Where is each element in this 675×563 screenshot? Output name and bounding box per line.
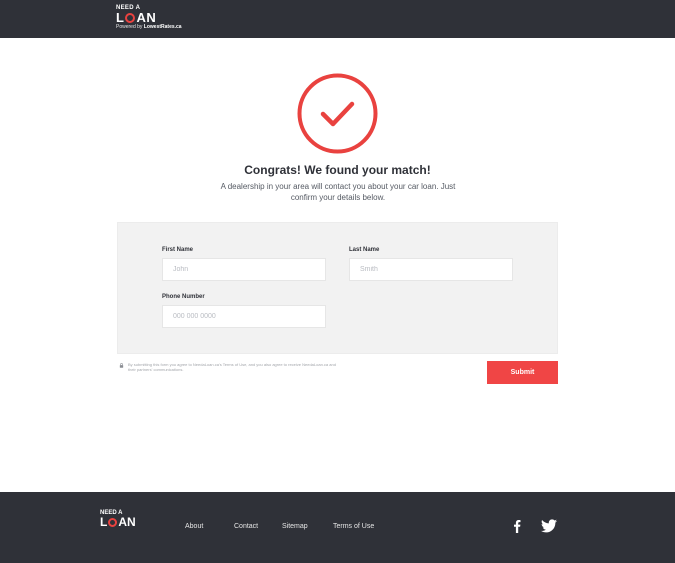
powered-by-text: Powered by LowestRates.ca	[116, 24, 182, 30]
details-form: First Name Last Name Phone Number	[117, 222, 558, 354]
needaloan-logo[interactable]: NEED A L AN Powered by LowestRates.ca	[116, 5, 182, 31]
site-header: NEED A L AN Powered by LowestRates.ca	[0, 0, 675, 38]
twitter-icon[interactable]	[541, 519, 557, 533]
facebook-icon[interactable]	[510, 519, 524, 533]
last-name-label: Last Name	[349, 247, 380, 253]
page-title: Congrats! We found your match!	[244, 163, 431, 177]
first-name-field[interactable]	[162, 258, 326, 281]
footer-logo[interactable]: NEED A L AN	[100, 510, 136, 528]
site-footer: NEED A L AN About Contact Sitemap Terms o…	[0, 492, 675, 563]
phone-number-label: Phone Number	[162, 294, 205, 300]
page-subtitle: A dealership in your area will contact y…	[220, 182, 456, 202]
footer-link-about[interactable]: About	[185, 523, 203, 530]
lock-icon	[119, 363, 124, 368]
first-name-label: First Name	[162, 247, 194, 253]
footer-logo-loan-text: L AN	[100, 515, 136, 529]
check-circle-icon	[297, 73, 378, 154]
footer-link-contact[interactable]: Contact	[234, 523, 258, 530]
terms-disclaimer: By submitting this form you agree to Nee…	[128, 362, 336, 372]
submit-button[interactable]: Submit	[487, 361, 558, 384]
footer-link-terms[interactable]: Terms of Use	[333, 523, 374, 530]
phone-number-field[interactable]	[162, 305, 326, 328]
footer-link-sitemap[interactable]: Sitemap	[282, 523, 308, 530]
logo-loan-text: L AN	[116, 10, 157, 25]
magnifier-o-icon	[125, 13, 136, 23]
last-name-field[interactable]	[349, 258, 513, 281]
magnifier-o-icon	[108, 518, 118, 527]
